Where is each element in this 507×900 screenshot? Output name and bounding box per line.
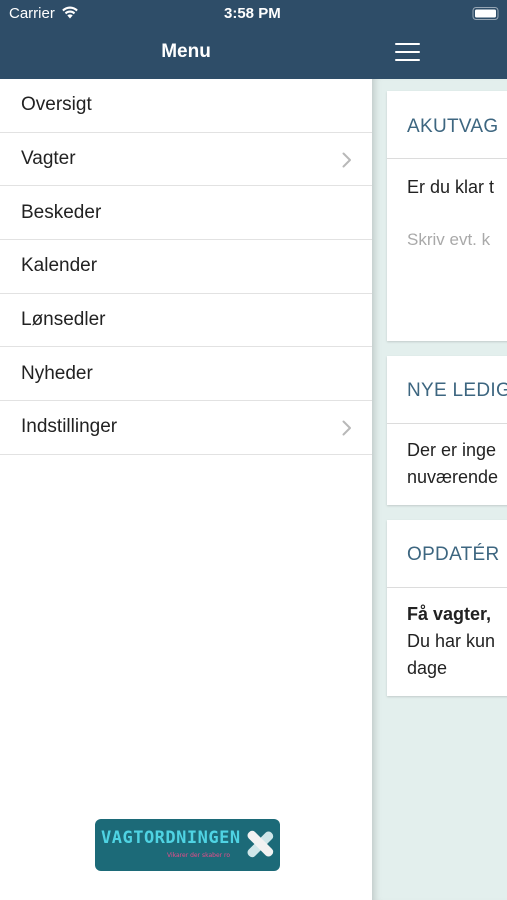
menu-item-beskeder[interactable]: Beskeder <box>0 186 372 241</box>
main-header <box>372 28 507 79</box>
menu-header: Menu <box>0 28 372 79</box>
opdater-card-title: OPDATÉR <box>407 544 500 565</box>
menu-list: Oversigt Vagter Beskeder Kalender Lønsed… <box>0 79 372 455</box>
akutvagt-card-text: Er du klar t <box>407 177 495 197</box>
menu-item-label: Indstillinger <box>21 416 118 438</box>
akutvagt-card-title: AKUTVAG <box>407 116 499 137</box>
side-menu: Menu Oversigt Vagter Beskeder Kalender L… <box>0 0 372 900</box>
menu-title: Menu <box>161 41 211 62</box>
chevron-right-icon <box>342 420 351 436</box>
status-bar: Carrier 3:58 PM <box>0 0 507 28</box>
card-divider <box>387 587 507 588</box>
menu-item-label: Lønsedler <box>21 309 106 331</box>
menu-item-lonsedler[interactable]: Lønsedler <box>0 294 372 348</box>
card-divider <box>387 158 507 159</box>
nye-ledige-line-2: nuværende <box>407 467 499 487</box>
battery-icon <box>472 7 499 20</box>
logo-text: VAGTORDNINGEN <box>101 828 241 848</box>
status-time: 3:58 PM <box>224 5 281 22</box>
main-content: AKUTVAG Er du klar t Skriv evt. k NYE LE… <box>372 79 507 900</box>
akutvagt-card: AKUTVAG Er du klar t Skriv evt. k <box>387 91 507 341</box>
menu-item-label: Kalender <box>21 255 98 277</box>
menu-item-indstillinger[interactable]: Indstillinger <box>0 401 372 455</box>
akutvagt-comment-input[interactable]: Skriv evt. k <box>407 230 490 250</box>
carrier-label: Carrier <box>9 5 55 22</box>
menu-item-label: Vagter <box>21 148 76 170</box>
menu-item-oversigt[interactable]: Oversigt <box>0 79 372 133</box>
menu-item-label: Nyheder <box>21 362 93 384</box>
menu-item-label: Oversigt <box>21 94 92 116</box>
nye-ledige-line-1: Der er inge <box>407 440 497 460</box>
bandage-cross-icon <box>247 830 274 858</box>
menu-item-vagter[interactable]: Vagter <box>0 133 372 187</box>
hamburger-icon[interactable] <box>395 43 420 62</box>
nye-ledige-card-title: NYE LEDIG <box>407 380 507 401</box>
menu-item-kalender[interactable]: Kalender <box>0 240 372 294</box>
opdater-bold-text: Få vagter, <box>407 604 492 624</box>
chevron-right-icon <box>342 152 351 168</box>
menu-item-label: Beskeder <box>21 201 102 223</box>
logo-tagline: Vikarer der skaber ro <box>167 852 231 859</box>
card-divider <box>387 423 507 424</box>
opdater-card: OPDATÉR Få vagter, Du har kun dage <box>387 520 507 696</box>
menu-item-nyheder[interactable]: Nyheder <box>0 347 372 402</box>
opdater-line-1: Du har kun <box>407 631 496 651</box>
wifi-icon <box>62 6 78 19</box>
vagtordningen-logo: VAGTORDNINGEN Vikarer der skaber ro <box>95 819 280 871</box>
nye-ledige-card: NYE LEDIG Der er inge nuværende <box>387 356 507 505</box>
opdater-line-2: dage <box>407 658 448 678</box>
